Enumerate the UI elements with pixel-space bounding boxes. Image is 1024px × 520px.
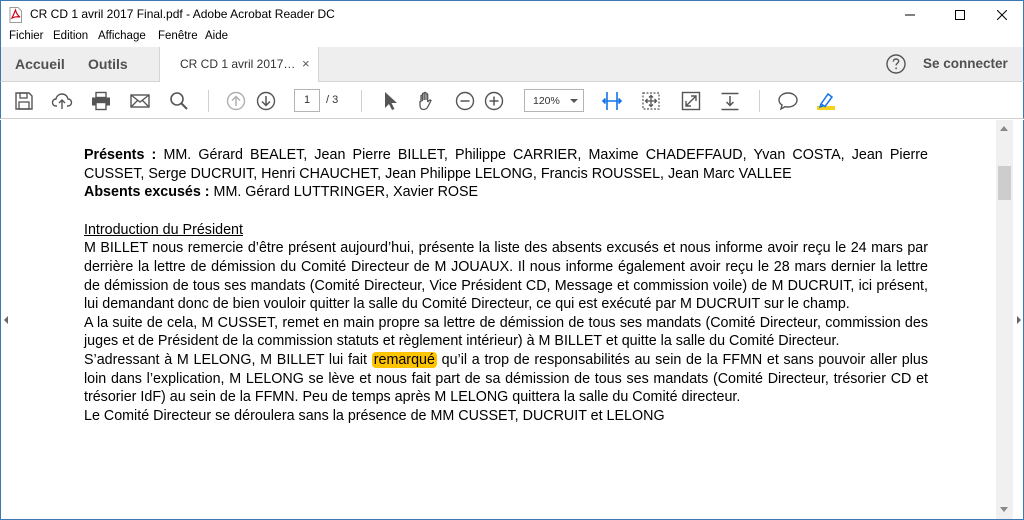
chevron-down-icon (570, 99, 578, 103)
close-window-button[interactable] (979, 1, 1024, 29)
tab-close-button[interactable]: × (302, 56, 310, 71)
toolbar-divider (208, 90, 209, 112)
tab-home[interactable]: Accueil (15, 56, 65, 72)
scroll-up-icon[interactable] (1000, 126, 1008, 131)
toolbar: 1 / 3 120% (0, 82, 1024, 119)
attendees-present: Présents : MM. Gérard BEALET, Jean Pierr… (84, 146, 928, 183)
fit-width-icon[interactable] (601, 90, 623, 112)
section-title: Introduction du Président (84, 221, 243, 238)
maximize-button[interactable] (937, 1, 983, 29)
sign-in-button[interactable]: Se connecter (923, 56, 1008, 71)
tab-document[interactable]: CR CD 1 avril 2017… × (159, 47, 319, 83)
right-panel-toggle[interactable] (1017, 316, 1021, 324)
scroll-down-icon[interactable] (1000, 507, 1008, 512)
next-page-icon[interactable] (255, 90, 277, 112)
menu-edition[interactable]: Edition (53, 30, 88, 42)
present-label: Présents : (84, 147, 157, 163)
paragraph-4: Le Comité Directeur se déroulera sans la… (84, 407, 665, 424)
toolbar-divider (361, 90, 362, 112)
document-viewport: Présents : MM. Gérard BEALET, Jean Pierr… (0, 120, 1024, 520)
window-title: CR CD 1 avril 2017 Final.pdf - Adobe Acr… (30, 7, 335, 21)
paragraph-3-start: S’adressant à M LELONG, M BILLET lui fai… (84, 351, 372, 368)
save-icon[interactable] (13, 90, 35, 112)
prev-page-icon[interactable] (225, 90, 247, 112)
page-number-input[interactable]: 1 (294, 89, 320, 112)
paragraph-2: A la suite de cela, M CUSSET, remet en m… (84, 314, 928, 350)
paragraph-3: S’adressant à M LELONG, M BILLET lui fai… (84, 351, 928, 407)
scrollbar-thumb[interactable] (998, 166, 1011, 200)
attendees-absent: Absents excusés : MM. Gérard LUTTRINGER,… (84, 183, 928, 202)
select-cursor-icon[interactable] (379, 90, 401, 112)
present-text: MM. Gérard BEALET, Jean Pierre BILLET, P… (84, 147, 928, 182)
tab-document-label: CR CD 1 avril 2017… (180, 57, 296, 71)
fullscreen-icon[interactable] (680, 90, 702, 112)
highlighted-word[interactable]: remarqué (371, 351, 437, 368)
paragraph-1: M BILLET nous remercie d’être présent au… (84, 240, 928, 313)
zoom-out-icon[interactable] (454, 90, 476, 112)
vertical-scrollbar[interactable] (996, 120, 1013, 519)
close-icon (997, 10, 1007, 20)
document-page: Présents : MM. Gérard BEALET, Jean Pierr… (84, 146, 928, 425)
menu-bar: Fichier Edition Affichage Fenêtre Aide (0, 28, 1024, 47)
menu-fenetre[interactable]: Fenêtre (158, 30, 198, 42)
left-panel-toggle[interactable] (4, 316, 8, 324)
page-total: / 3 (326, 94, 339, 106)
absent-label: Absents excusés : (84, 184, 210, 201)
upload-icon[interactable] (51, 90, 73, 112)
hand-icon[interactable] (415, 90, 437, 112)
mail-icon[interactable] (129, 90, 151, 112)
zoom-value: 120% (533, 95, 560, 107)
scroll-mode-icon[interactable] (640, 90, 662, 112)
tab-tools[interactable]: Outils (88, 56, 128, 72)
minimize-icon (905, 14, 915, 16)
comment-icon[interactable] (777, 90, 799, 112)
pdf-file-icon (9, 7, 22, 23)
help-icon[interactable] (885, 53, 907, 75)
tab-bar: Accueil Outils CR CD 1 avril 2017… × Se … (0, 47, 1024, 83)
toolbar-divider (759, 90, 760, 112)
minimize-button[interactable] (887, 1, 933, 29)
highlight-icon[interactable] (815, 90, 837, 112)
absent-text: MM. Gérard LUTTRINGER, Xavier ROSE (213, 184, 479, 201)
maximize-icon (955, 10, 965, 20)
menu-fichier[interactable]: Fichier (9, 30, 44, 42)
zoom-select[interactable]: 120% (524, 89, 584, 112)
page-down-icon[interactable] (719, 90, 741, 112)
search-icon[interactable] (168, 90, 190, 112)
title-bar: CR CD 1 avril 2017 Final.pdf - Adobe Acr… (0, 0, 1024, 28)
menu-aide[interactable]: Aide (205, 30, 228, 42)
zoom-in-icon[interactable] (483, 90, 505, 112)
print-icon[interactable] (90, 90, 112, 112)
menu-affichage[interactable]: Affichage (98, 30, 146, 42)
